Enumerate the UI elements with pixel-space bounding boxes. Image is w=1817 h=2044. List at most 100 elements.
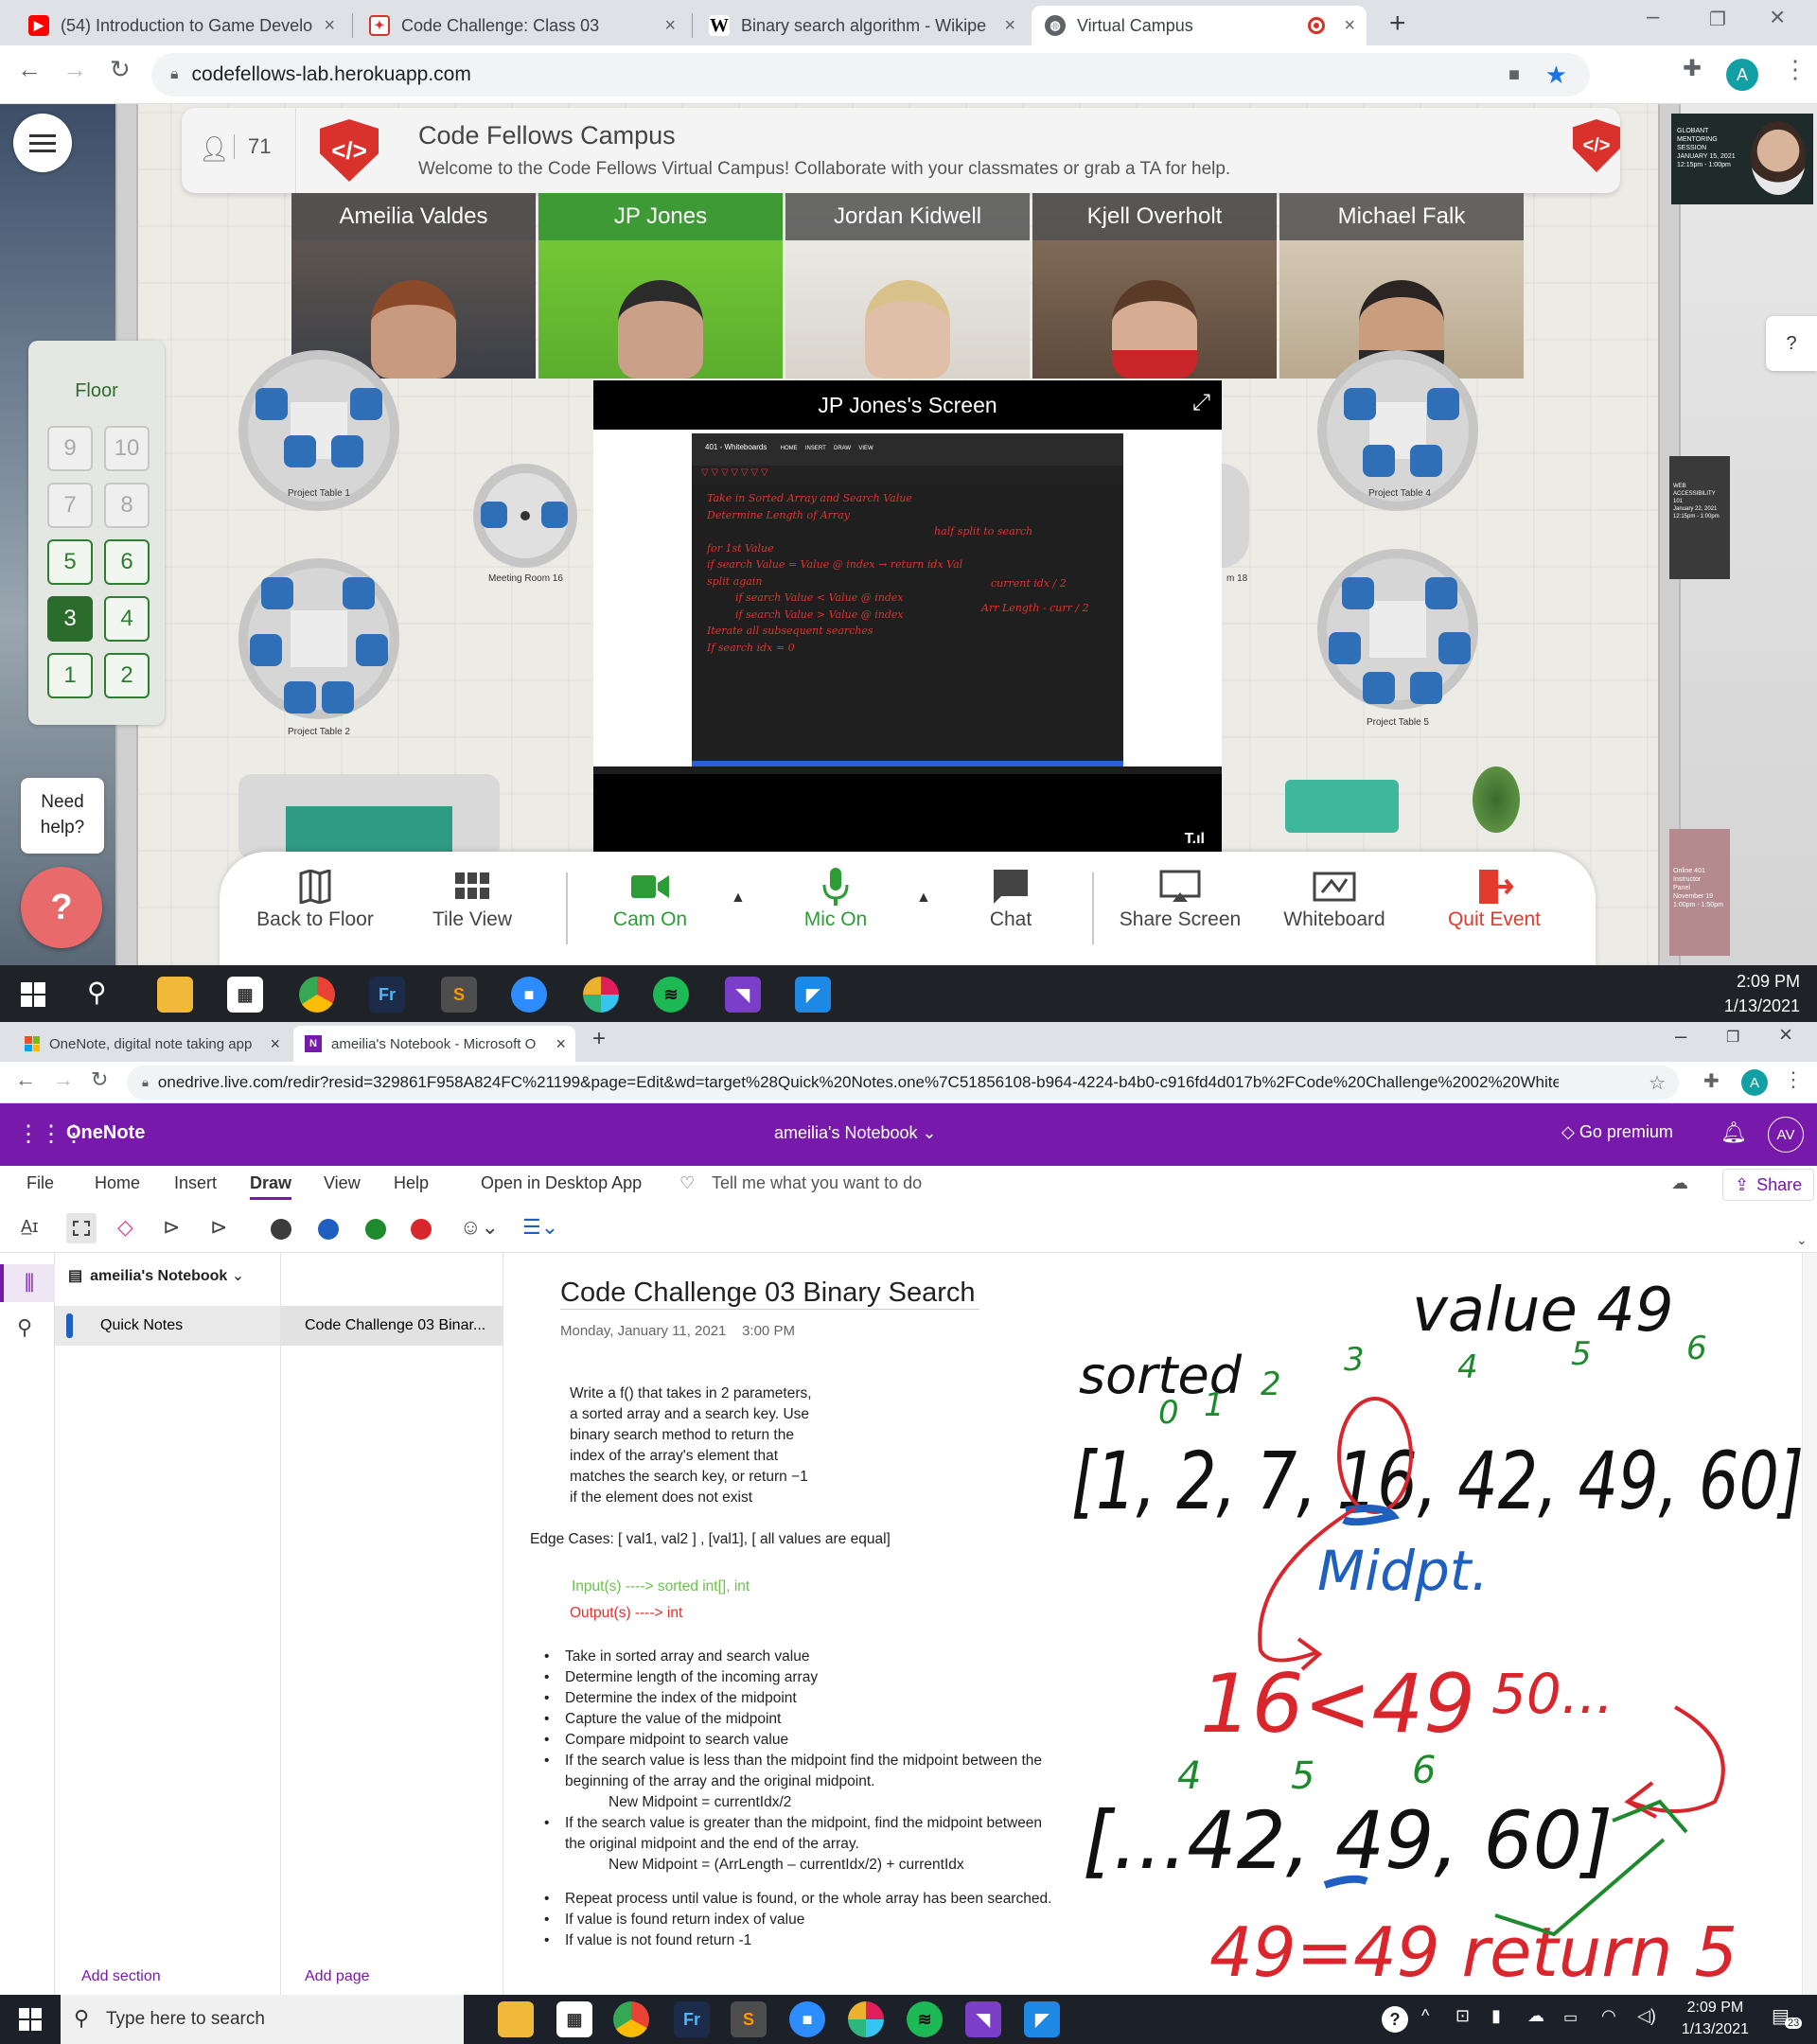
vscode-icon[interactable]: ◤	[795, 977, 831, 1013]
back-icon[interactable]: ←	[17, 55, 42, 84]
whiteboard-button[interactable]: Whiteboard	[1268, 865, 1401, 960]
project-table-4[interactable]	[1317, 350, 1478, 511]
close-tab-icon[interactable]: ×	[1004, 15, 1015, 37]
forward-icon[interactable]: →	[53, 1067, 74, 1092]
share-button[interactable]: ⇪ Share	[1722, 1169, 1815, 1201]
spotify-icon[interactable]: ≋	[907, 2001, 943, 2037]
tab-ameilia-notebook[interactable]: N ameilia's Notebook - Microsoft O ×	[293, 1026, 575, 1062]
taskbar-search[interactable]: ⚲ Type here to search	[61, 1995, 464, 2044]
minimize-icon[interactable]: –	[1647, 4, 1659, 30]
close-window-icon[interactable]: ×	[1779, 1022, 1792, 1048]
profile-avatar[interactable]: A	[1726, 59, 1758, 91]
tell-me-search[interactable]: Tell me what you want to do	[712, 1173, 922, 1193]
menu-view[interactable]: View	[324, 1173, 361, 1193]
line-thickness-icon[interactable]: ☰⌄	[522, 1215, 558, 1240]
open-desktop-app-link[interactable]: Open in Desktop App	[481, 1173, 642, 1193]
slack-icon[interactable]	[848, 2001, 884, 2037]
video-tile-jordan[interactable]: Jordan Kidwell	[785, 193, 1030, 379]
url-field-2[interactable]: 🔒︎ onedrive.live.com/redir?resid=329861F…	[127, 1066, 1679, 1100]
extensions-icon[interactable]: ✚	[1703, 1069, 1720, 1093]
reload-icon[interactable]: ↻	[91, 1067, 108, 1092]
back-to-floor-button[interactable]: Back to Floor	[254, 865, 377, 960]
menu-home[interactable]: Home	[95, 1173, 140, 1193]
floor-button-2[interactable]: 2	[104, 653, 150, 698]
page-code-challenge[interactable]: Code Challenge 03 Binar...	[280, 1306, 503, 1346]
floor-button-1[interactable]: 1	[47, 653, 93, 698]
zoom-icon[interactable]: ■	[511, 977, 547, 1013]
profile-avatar[interactable]: A	[1741, 1069, 1768, 1096]
new-tab-icon[interactable]: +	[592, 1026, 606, 1052]
url-field[interactable]: 🔒︎ codefellows-lab.herokuapp.com ■ ★	[151, 53, 1590, 97]
spotify-icon[interactable]: ≋	[653, 977, 689, 1013]
menu-insert[interactable]: Insert	[174, 1173, 217, 1193]
tray-app-icon[interactable]: ⊡	[1455, 2006, 1470, 2026]
volume-icon[interactable]: ◁)	[1637, 2006, 1656, 2026]
action-center-icon[interactable]: ▤ 23	[1772, 2004, 1803, 2029]
help-chat-icon[interactable]: ?	[21, 867, 102, 948]
notebook-title[interactable]: ameilia's Notebook ⌄	[774, 1123, 937, 1143]
help-icon[interactable]: ?	[1382, 2006, 1408, 2033]
slack-icon[interactable]	[583, 977, 619, 1013]
eraser-icon[interactable]: ◇	[117, 1215, 133, 1240]
event-poster-globant[interactable]: GLOBANT MENTORING SESSION JANUARY 15, 20…	[1671, 114, 1813, 204]
project-table-5[interactable]	[1317, 549, 1478, 710]
menu-help[interactable]: Help	[394, 1173, 429, 1193]
notebooks-icon[interactable]: ⫼	[0, 1264, 55, 1302]
sublime-icon[interactable]: S	[441, 977, 477, 1013]
back-icon[interactable]: ←	[15, 1067, 36, 1092]
canvas-scrollbar[interactable]	[1802, 1253, 1817, 1995]
camera-options-caret[interactable]: ▲	[731, 890, 746, 907]
lasso-select-icon[interactable]	[66, 1213, 97, 1243]
vscode-icon[interactable]: ◤	[1024, 2001, 1060, 2037]
floor-button-7[interactable]: 7	[47, 483, 93, 528]
store-icon[interactable]: ▦	[227, 977, 263, 1013]
project-table-1[interactable]	[238, 350, 399, 511]
notebook-selector[interactable]: ▤ ameilia's Notebook ⌄	[68, 1266, 244, 1285]
floor-button-3[interactable]: 3	[47, 596, 93, 642]
help-tab[interactable]: ?	[1766, 316, 1817, 371]
system-clock[interactable]: 2:09 PM 1/13/2021	[1682, 1997, 1749, 2040]
mic-on-button[interactable]: Mic On	[784, 865, 888, 960]
camera-indicator-icon[interactable]: ■	[1508, 64, 1520, 86]
new-tab-icon[interactable]: +	[1389, 8, 1406, 40]
tab-code-challenge[interactable]: ✦ Code Challenge: Class 03 ×	[356, 6, 687, 45]
restore-icon[interactable]: ❐	[1709, 8, 1726, 31]
floor-button-6[interactable]: 6	[104, 539, 150, 585]
go-premium-link[interactable]: ◇ Go premium	[1561, 1122, 1673, 1142]
visual-studio-icon[interactable]: ◥	[965, 2001, 1001, 2037]
reload-icon[interactable]: ↻	[110, 55, 131, 84]
steps-list[interactable]: Take in sorted array and search value De…	[544, 1647, 1057, 1951]
floor-button-8[interactable]: 8	[104, 483, 150, 528]
bookmark-star-icon[interactable]: ☆	[1649, 1071, 1666, 1095]
forward-icon[interactable]: →	[62, 55, 87, 84]
highlighter-tool-icon[interactable]: ⊳	[210, 1215, 227, 1240]
floor-button-10[interactable]: 10	[104, 426, 150, 471]
microphone-tray-icon[interactable]: ▮	[1491, 2006, 1501, 2026]
fullscreen-icon[interactable]: ⤢	[1192, 390, 1210, 416]
bookmark-star-icon[interactable]: ★	[1545, 61, 1567, 90]
sublime-icon[interactable]: S	[731, 2001, 767, 2037]
meeting-room-18[interactable]	[1221, 464, 1249, 568]
close-tab-icon[interactable]: ×	[1344, 15, 1355, 37]
close-tab-icon[interactable]: ×	[270, 1034, 280, 1054]
extensions-icon[interactable]: ✚	[1683, 55, 1702, 82]
tab-onenote-home[interactable]: OneNote, digital note taking app ×	[13, 1026, 290, 1062]
chat-button[interactable]: Chat	[963, 865, 1058, 960]
battery-icon[interactable]: ▭	[1563, 2008, 1578, 2027]
quit-event-button[interactable]: Quit Event	[1423, 865, 1565, 960]
close-tab-icon[interactable]: ×	[324, 15, 335, 37]
floor-button-5[interactable]: 5	[47, 539, 93, 585]
event-poster-instructor-panel[interactable]: Online 401 Instructor Panel November 19 …	[1669, 829, 1730, 956]
menu-button[interactable]	[13, 114, 72, 172]
pen-tool-icon[interactable]: ⊳	[163, 1215, 180, 1240]
visual-studio-icon[interactable]: ◥	[725, 977, 761, 1013]
floor-button-4[interactable]: 4	[104, 596, 150, 642]
fresco-icon[interactable]: Fr	[674, 2001, 710, 2037]
search-icon[interactable]: ⚲	[17, 1315, 32, 1340]
zoom-icon[interactable]: ■	[789, 2001, 825, 2037]
video-tile-jp-jones[interactable]: JP Jones	[538, 193, 783, 379]
chrome-icon[interactable]	[299, 977, 335, 1013]
pen-red-icon[interactable]	[411, 1219, 432, 1240]
cam-on-button[interactable]: Cam On	[598, 865, 702, 960]
section-quick-notes[interactable]: Quick Notes	[55, 1306, 280, 1346]
